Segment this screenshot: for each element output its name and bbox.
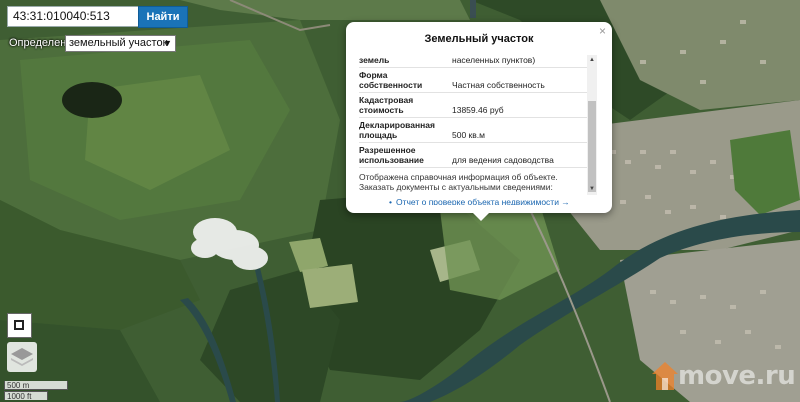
cadastral-search-input[interactable]: 43:31:010040:513 (7, 6, 140, 27)
property-key: Форма собственности (359, 67, 452, 93)
property-value: для ведения садоводства (452, 142, 589, 168)
property-value: 500 кв.м (452, 117, 589, 143)
scale-metric: 500 m (4, 381, 68, 390)
find-button[interactable]: Найти (138, 6, 188, 28)
property-key: Разрешенное использование (359, 142, 452, 168)
report-link[interactable]: • Отчет о проверке объекта недвижимости → (389, 197, 570, 205)
table-row: Форма собственности Частная собственност… (359, 67, 589, 93)
scroll-down-icon[interactable]: ▼ (589, 186, 595, 192)
property-key: Декларированная площадь (359, 117, 452, 143)
popup-title: Земельный участок (424, 33, 534, 45)
watermark-text: move.ru (678, 361, 796, 391)
popup-scrollbar-thumb[interactable] (588, 101, 596, 192)
chevron-down-icon: ▼ (163, 38, 172, 48)
scale-imperial: 1000 ft (4, 391, 48, 401)
table-row: Кадастровая стоимость 13859.46 руб (359, 92, 589, 118)
property-key: Кадастровая стоимость (359, 92, 452, 118)
layers-button[interactable] (7, 342, 37, 372)
property-value: населенных пунктов) (452, 53, 589, 68)
report-link-text: Отчет о проверке объекта недвижимости → (395, 197, 570, 205)
bullet-icon: • (389, 197, 392, 205)
definition-select[interactable]: земельный участок ▼ (65, 35, 176, 52)
table-row: Разрешенное использование для ведения са… (359, 142, 589, 168)
layers-icon (11, 348, 33, 366)
table-row: Декларированная площадь 500 кв.м (359, 117, 589, 143)
info-note: Отображена справочная информация об объе… (359, 172, 596, 192)
definition-selected-value: земельный участок (69, 37, 168, 49)
info-note-line: Отображена справочная информация об объе… (359, 172, 558, 182)
square-tool-icon (14, 320, 24, 330)
table-row: земель населенных пунктов) (359, 53, 589, 68)
square-tool-button[interactable] (7, 313, 32, 338)
watermark-logo: move.ru (650, 358, 796, 396)
scroll-up-icon[interactable]: ▲ (589, 57, 595, 63)
popup-scroll-area[interactable]: земель населенных пунктов) Форма собстве… (359, 53, 596, 205)
popup-pointer (472, 212, 490, 221)
property-value: Частная собственность (452, 67, 589, 93)
property-value: 13859.46 руб (452, 92, 589, 118)
map-scale: 500 m 1000 ft (4, 381, 68, 401)
info-note-line: Заказать документы с актуальными сведени… (359, 182, 553, 192)
house-icon (652, 362, 678, 390)
parcel-properties-table: земель населенных пунктов) Форма собстве… (359, 53, 589, 168)
property-key: земель (359, 53, 452, 68)
parcel-info-popup: × Земельный участок земель населенных пу… (346, 22, 612, 221)
